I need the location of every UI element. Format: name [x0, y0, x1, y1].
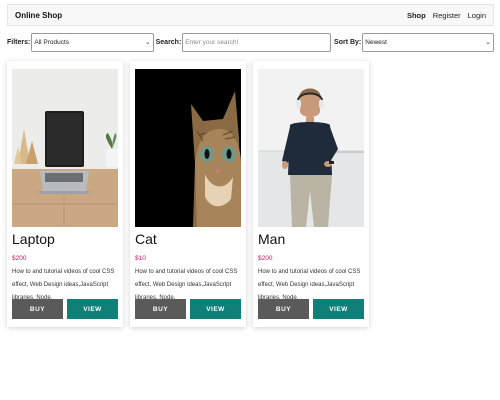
filter-bar: Filters: All Products ⌄ Search: Enter yo…	[7, 32, 494, 52]
sort-select-value: Newest	[365, 38, 387, 46]
buy-button[interactable]: BUY	[135, 299, 186, 319]
product-image-cat[interactable]	[135, 69, 241, 227]
view-button[interactable]: VIEW	[190, 299, 241, 319]
filters-select[interactable]: All Products ⌄	[31, 32, 154, 52]
sort-select[interactable]: Newest ⌄	[362, 32, 494, 52]
cat-image	[135, 69, 241, 227]
product-price: $200	[258, 255, 273, 262]
view-button[interactable]: VIEW	[67, 299, 118, 319]
nav-links: Shop Register Login	[407, 11, 486, 20]
product-title: Man	[258, 231, 286, 247]
nav-link-login[interactable]: Login	[468, 11, 486, 20]
nav-link-shop[interactable]: Shop	[407, 11, 426, 20]
laptop-image	[12, 69, 118, 227]
product-title: Laptop	[12, 231, 55, 247]
view-button[interactable]: VIEW	[313, 299, 364, 319]
man-image	[258, 69, 364, 227]
product-image-laptop[interactable]	[12, 69, 118, 227]
filters-label: Filters:	[7, 38, 31, 46]
chevron-down-icon: ⌄	[485, 39, 491, 46]
search-label: Search:	[155, 38, 182, 46]
search-placeholder: Enter your search!	[185, 38, 239, 46]
product-card-man: Man $200 How to and tutorial videos of c…	[253, 61, 369, 327]
chevron-down-icon: ⌄	[144, 39, 151, 46]
product-price: $200	[12, 255, 27, 262]
filters-select-value: All Products	[34, 38, 70, 46]
sort-label: Sort By:	[334, 38, 362, 46]
product-card-cat: Cat $10 How to and tutorial videos of co…	[130, 61, 246, 327]
nav-link-register[interactable]: Register	[433, 11, 461, 20]
buy-button[interactable]: BUY	[258, 299, 309, 319]
navbar: Online Shop Shop Register Login	[7, 4, 494, 26]
product-price: $10	[135, 255, 146, 262]
buy-button[interactable]: BUY	[12, 299, 63, 319]
product-image-man[interactable]	[258, 69, 364, 227]
product-card-laptop: Laptop $200 How to and tutorial videos o…	[7, 61, 123, 327]
product-title: Cat	[135, 231, 157, 247]
brand-logo[interactable]: Online Shop	[15, 11, 62, 20]
search-input[interactable]: Enter your search!	[182, 32, 332, 52]
